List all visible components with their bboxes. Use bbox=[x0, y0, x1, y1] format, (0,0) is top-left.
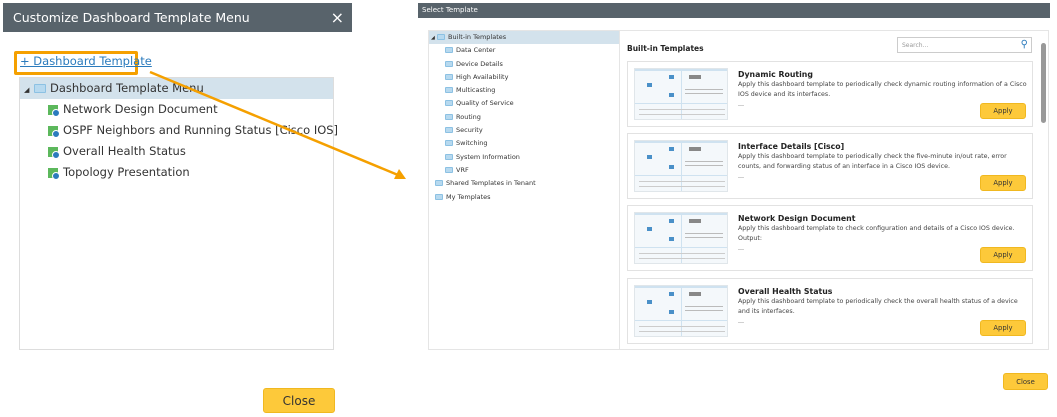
annotation-arrow bbox=[149, 70, 406, 179]
